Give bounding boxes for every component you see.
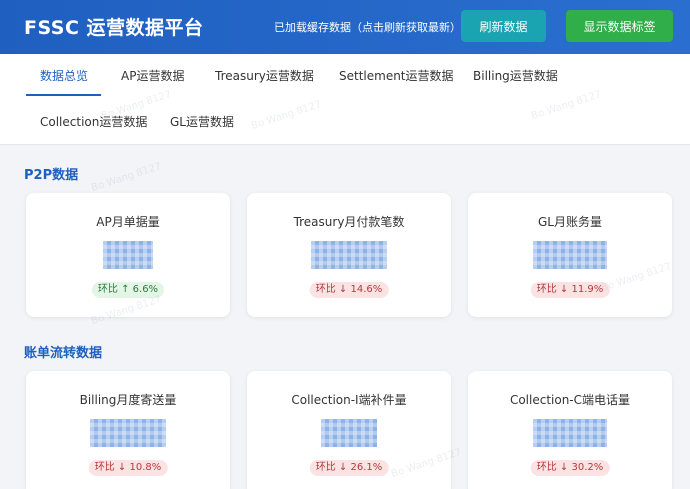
show-data-labels-button[interactable]: 显示数据标签 <box>566 10 673 42</box>
kpi-card-treasury: Treasury月付款笔数 环比 ↓ 14.6% <box>247 193 451 317</box>
tab-collection[interactable]: Collection运营数据 <box>40 113 147 130</box>
kpi-value-blurred <box>90 419 166 447</box>
kpi-title: Collection-I端补件量 <box>291 393 407 407</box>
kpi-title: Treasury月付款笔数 <box>293 215 405 229</box>
section-title-billing-flow: 账单流转数据 <box>24 346 103 361</box>
kpi-title: Collection-C端电话量 <box>509 393 631 407</box>
trend-badge: 环比 ↓ 14.6% <box>309 282 389 298</box>
tab-gl[interactable]: GL运营数据 <box>170 113 234 130</box>
trend-badge: 环比 ↓ 11.9% <box>530 282 610 298</box>
tab-settlement[interactable]: Settlement运营数据 <box>339 67 454 84</box>
app-title: FSSC 运营数据平台 <box>24 17 204 39</box>
tab-ap[interactable]: AP运营数据 <box>121 67 184 84</box>
kpi-value-blurred <box>103 241 153 269</box>
trend-badge: 环比 ↓ 10.8% <box>88 460 168 476</box>
kpi-value-blurred <box>533 419 607 447</box>
trend-badge: 环比 ↑ 6.6% <box>91 282 165 298</box>
kpi-title: Billing月度寄送量 <box>79 393 177 407</box>
refresh-data-button[interactable]: 刷新数据 <box>461 10 546 42</box>
trend-badge: 环比 ↓ 26.1% <box>309 460 389 476</box>
kpi-card-ap: AP月单据量 环比 ↑ 6.6% <box>26 193 230 317</box>
kpi-card-gl: GL月账务量 环比 ↓ 11.9% <box>468 193 672 317</box>
section-title-p2p: P2P数据 <box>24 168 79 183</box>
tab-billing[interactable]: Billing运营数据 <box>473 67 558 84</box>
kpi-title: GL月账务量 <box>538 215 602 229</box>
kpi-value-blurred <box>533 241 607 269</box>
kpi-card-collection-i: Collection-I端补件量 环比 ↓ 26.1% <box>247 371 451 489</box>
watermark: Bo Wang 8127 <box>90 161 163 194</box>
tab-overview[interactable]: 数据总览 <box>40 67 88 84</box>
kpi-title: AP月单据量 <box>96 215 160 229</box>
tab-bar: 数据总览 AP运营数据 Treasury运营数据 Settlement运营数据 … <box>0 54 690 145</box>
kpi-card-billing: Billing月度寄送量 环比 ↓ 10.8% <box>26 371 230 489</box>
kpi-value-blurred <box>311 241 387 269</box>
trend-badge: 环比 ↓ 30.2% <box>530 460 610 476</box>
app-header: FSSC 运营数据平台 已加载缓存数据（点击刷新获取最新） 刷新数据 显示数据标… <box>0 0 690 54</box>
kpi-value-blurred <box>321 419 377 447</box>
kpi-card-collection-c: Collection-C端电话量 环比 ↓ 30.2% <box>468 371 672 489</box>
active-tab-indicator <box>26 94 101 96</box>
tab-treasury[interactable]: Treasury运营数据 <box>215 67 314 84</box>
cache-status-note: 已加载缓存数据（点击刷新获取最新） <box>274 21 461 34</box>
